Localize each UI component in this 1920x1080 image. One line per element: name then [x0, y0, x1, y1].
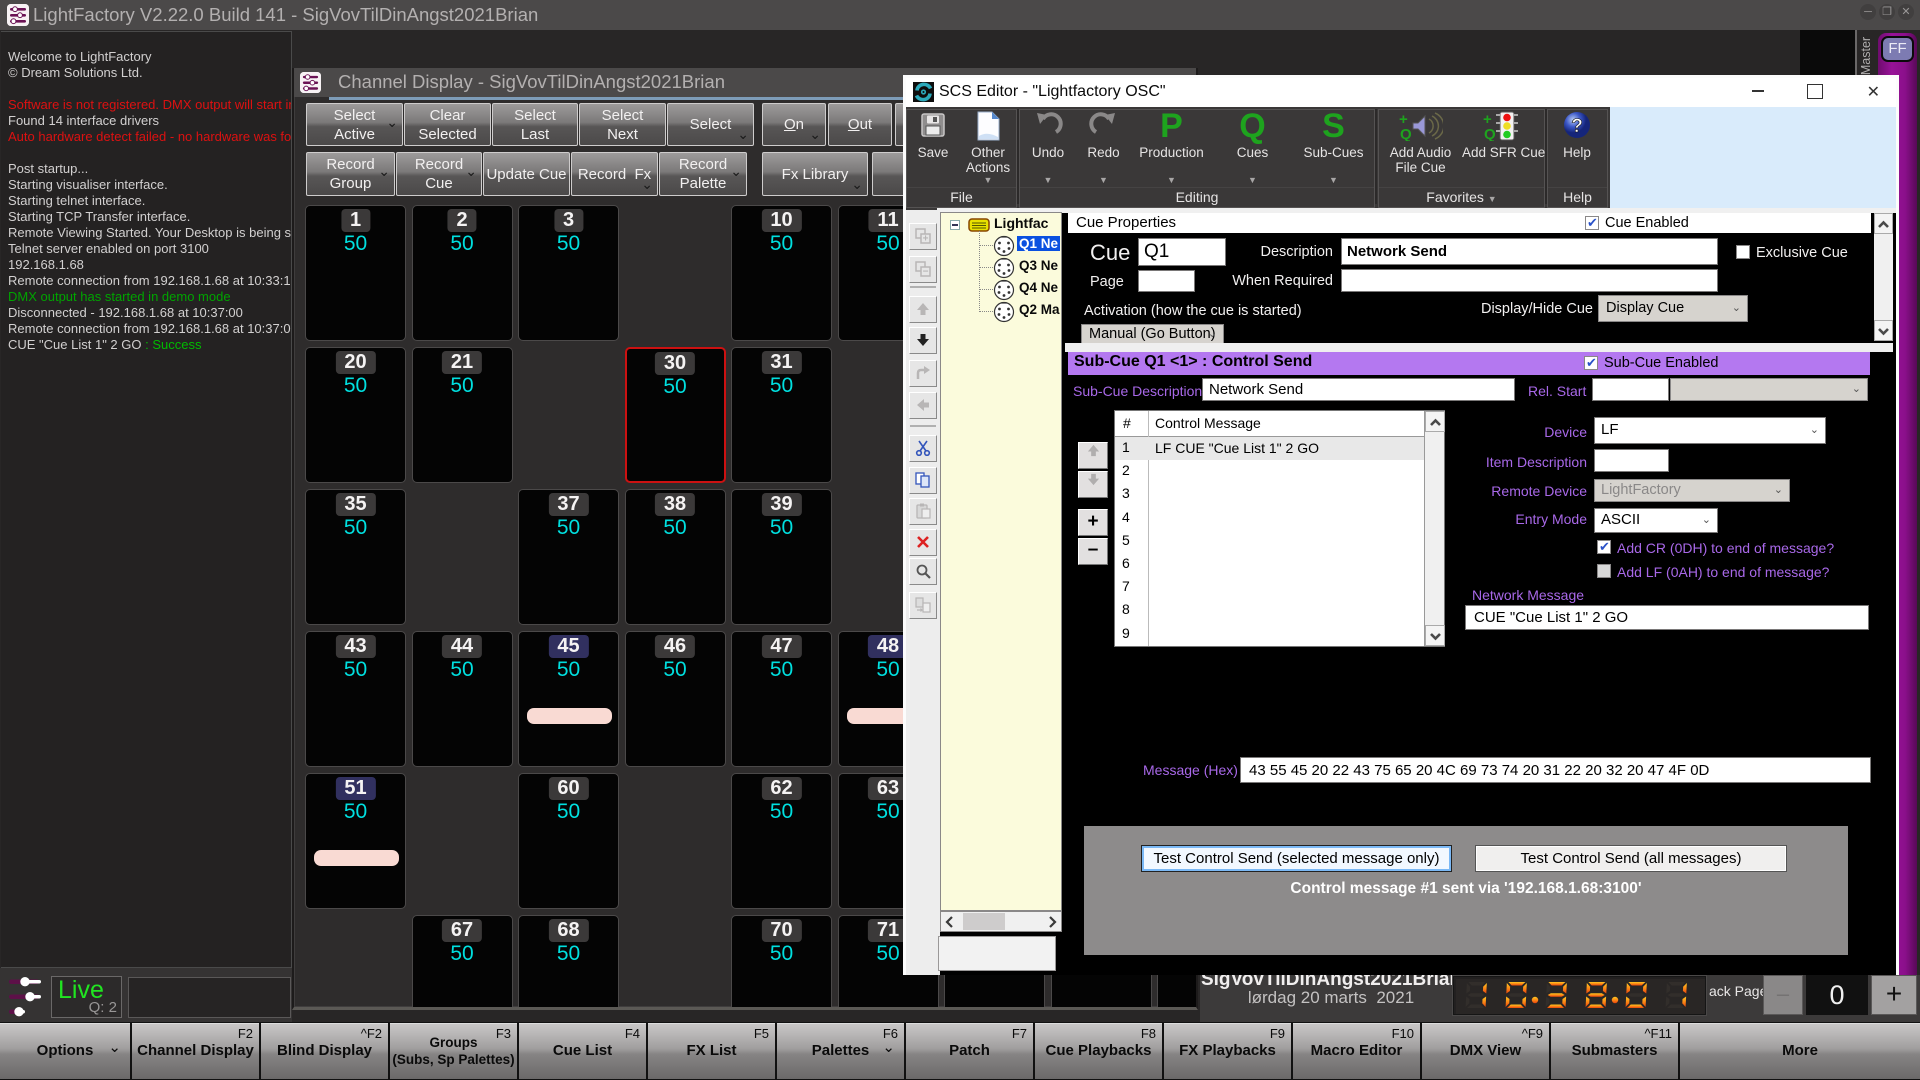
svg-text:+: + [923, 234, 929, 245]
svg-text:Q: Q [1400, 126, 1412, 141]
svg-text:Q: Q [1484, 126, 1496, 141]
svg-text:−: − [923, 267, 929, 278]
svg-text:?: ? [1571, 116, 1583, 137]
